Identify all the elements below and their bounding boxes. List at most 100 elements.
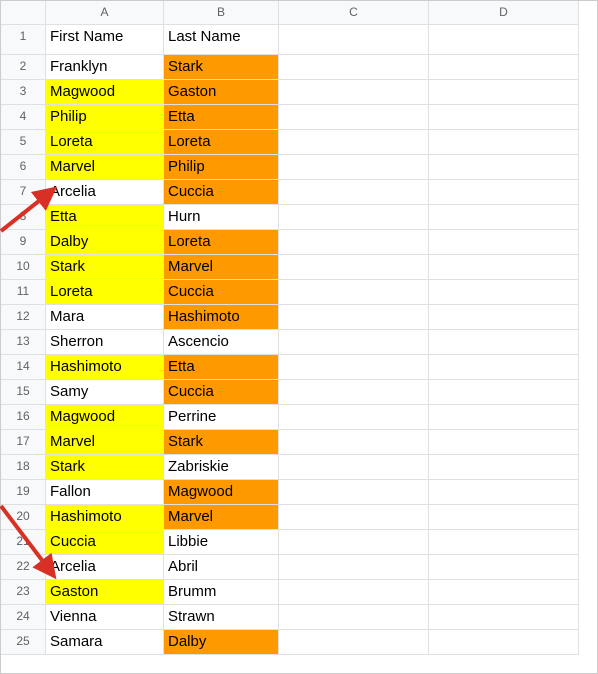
- cell[interactable]: Mara: [46, 305, 164, 330]
- cell[interactable]: [279, 505, 429, 530]
- row-header[interactable]: 8: [1, 205, 46, 230]
- cell[interactable]: Etta: [46, 205, 164, 230]
- cell[interactable]: [429, 555, 579, 580]
- column-header-a[interactable]: A: [46, 1, 164, 25]
- cell[interactable]: [279, 55, 429, 80]
- cell[interactable]: [429, 530, 579, 555]
- cell[interactable]: [429, 230, 579, 255]
- row-header[interactable]: 14: [1, 355, 46, 380]
- row-header[interactable]: 15: [1, 380, 46, 405]
- cell[interactable]: [429, 130, 579, 155]
- cell[interactable]: [429, 280, 579, 305]
- column-header-d[interactable]: D: [429, 1, 579, 25]
- row-header[interactable]: 17: [1, 430, 46, 455]
- cell[interactable]: [429, 55, 579, 80]
- cell[interactable]: Marvel: [46, 430, 164, 455]
- cell[interactable]: [279, 180, 429, 205]
- row-header[interactable]: 16: [1, 405, 46, 430]
- cell[interactable]: [279, 555, 429, 580]
- cell[interactable]: Magwood: [46, 80, 164, 105]
- cell[interactable]: [429, 255, 579, 280]
- cell[interactable]: Magwood: [164, 480, 279, 505]
- cell[interactable]: Stark: [46, 455, 164, 480]
- cell[interactable]: [429, 605, 579, 630]
- cell[interactable]: Cuccia: [164, 180, 279, 205]
- cell[interactable]: Stark: [164, 430, 279, 455]
- cell[interactable]: [279, 605, 429, 630]
- row-header[interactable]: 4: [1, 105, 46, 130]
- cell[interactable]: [279, 205, 429, 230]
- cell[interactable]: Etta: [164, 105, 279, 130]
- row-header[interactable]: 5: [1, 130, 46, 155]
- cell[interactable]: Gaston: [46, 580, 164, 605]
- cell[interactable]: Stark: [46, 255, 164, 280]
- cell[interactable]: [429, 105, 579, 130]
- cell[interactable]: Marvel: [164, 255, 279, 280]
- cell[interactable]: Sherron: [46, 330, 164, 355]
- row-header[interactable]: 22: [1, 555, 46, 580]
- cell[interactable]: Hurn: [164, 205, 279, 230]
- cell[interactable]: [429, 405, 579, 430]
- cell[interactable]: Hashimoto: [46, 355, 164, 380]
- cell[interactable]: [279, 480, 429, 505]
- row-header[interactable]: 11: [1, 280, 46, 305]
- cell[interactable]: Loreta: [164, 130, 279, 155]
- row-header[interactable]: 13: [1, 330, 46, 355]
- column-header-c[interactable]: C: [279, 1, 429, 25]
- cell[interactable]: [279, 530, 429, 555]
- cell[interactable]: [429, 330, 579, 355]
- cell[interactable]: Stark: [164, 55, 279, 80]
- cell[interactable]: [429, 480, 579, 505]
- cell[interactable]: Arcelia: [46, 180, 164, 205]
- cell[interactable]: [429, 155, 579, 180]
- cell[interactable]: [279, 380, 429, 405]
- row-header[interactable]: 1: [1, 25, 46, 55]
- row-header[interactable]: 23: [1, 580, 46, 605]
- cell[interactable]: [429, 205, 579, 230]
- cell[interactable]: Loreta: [46, 280, 164, 305]
- cell[interactable]: Last Name: [164, 25, 279, 55]
- cell[interactable]: Dalby: [46, 230, 164, 255]
- column-header-b[interactable]: B: [164, 1, 279, 25]
- cell[interactable]: [279, 255, 429, 280]
- row-header[interactable]: 21: [1, 530, 46, 555]
- cell[interactable]: Cuccia: [164, 280, 279, 305]
- cell[interactable]: [279, 455, 429, 480]
- cell[interactable]: Dalby: [164, 630, 279, 655]
- cell[interactable]: Cuccia: [164, 380, 279, 405]
- cell[interactable]: Etta: [164, 355, 279, 380]
- cell[interactable]: [429, 355, 579, 380]
- cell[interactable]: [429, 505, 579, 530]
- cell[interactable]: [279, 355, 429, 380]
- cell[interactable]: Fallon: [46, 480, 164, 505]
- row-header[interactable]: 19: [1, 480, 46, 505]
- cell[interactable]: Hashimoto: [46, 505, 164, 530]
- cell[interactable]: Hashimoto: [164, 305, 279, 330]
- row-header[interactable]: 6: [1, 155, 46, 180]
- cell[interactable]: Zabriskie: [164, 455, 279, 480]
- cell[interactable]: Gaston: [164, 80, 279, 105]
- cell[interactable]: [279, 405, 429, 430]
- row-header[interactable]: 7: [1, 180, 46, 205]
- cell[interactable]: [429, 630, 579, 655]
- cell[interactable]: [429, 580, 579, 605]
- cell[interactable]: [279, 580, 429, 605]
- cell[interactable]: [279, 430, 429, 455]
- row-header[interactable]: 24: [1, 605, 46, 630]
- cell[interactable]: [279, 155, 429, 180]
- cell[interactable]: [429, 455, 579, 480]
- cell[interactable]: [279, 630, 429, 655]
- row-header[interactable]: 20: [1, 505, 46, 530]
- cell[interactable]: Loreta: [164, 230, 279, 255]
- cell[interactable]: Samy: [46, 380, 164, 405]
- cell[interactable]: Cuccia: [46, 530, 164, 555]
- cell[interactable]: Perrine: [164, 405, 279, 430]
- spreadsheet-grid[interactable]: ABCD1First NameLast Name2FranklynStark3M…: [1, 1, 597, 655]
- cell[interactable]: [429, 430, 579, 455]
- cell[interactable]: [279, 25, 429, 55]
- cell[interactable]: [279, 280, 429, 305]
- cell[interactable]: Franklyn: [46, 55, 164, 80]
- row-header[interactable]: 25: [1, 630, 46, 655]
- cell[interactable]: Marvel: [46, 155, 164, 180]
- cell[interactable]: Libbie: [164, 530, 279, 555]
